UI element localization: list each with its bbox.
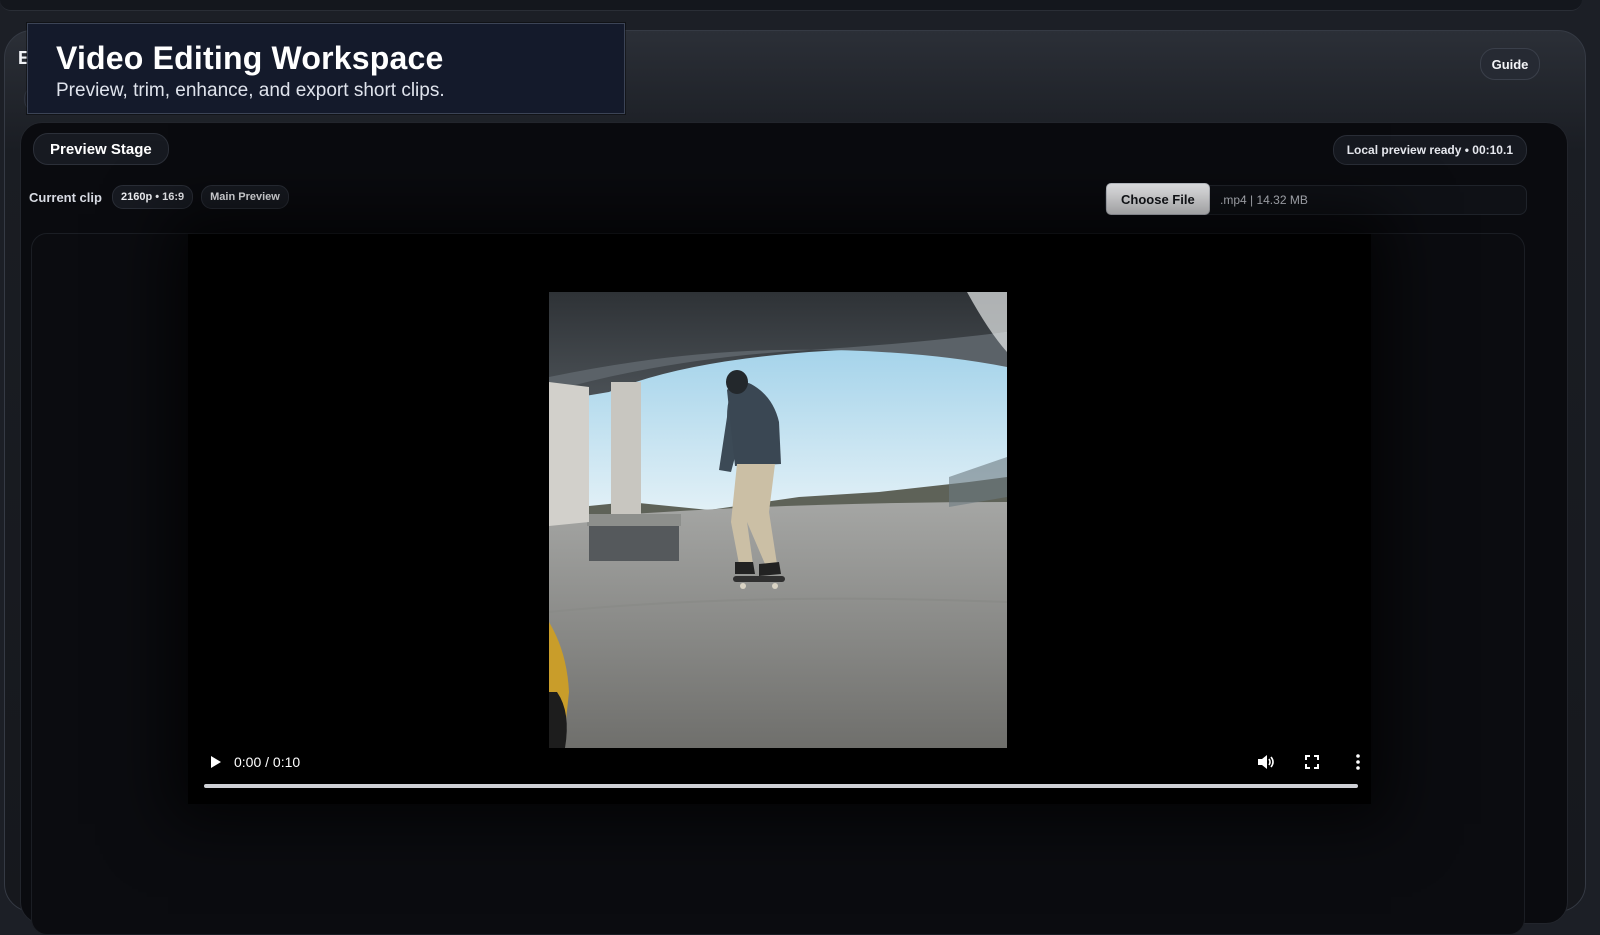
video-player[interactable]: 0:00 / 0:10	[188, 234, 1371, 804]
title-overlay: Video Editing Workspace Preview, trim, e…	[27, 23, 625, 114]
preview-stage-panel: Preview Stage Local preview ready • 00:1…	[20, 122, 1568, 935]
preview-tag: Main Preview	[201, 185, 289, 209]
volume-icon[interactable]	[1256, 752, 1276, 772]
overlay-subtitle: Preview, trim, enhance, and export short…	[56, 80, 445, 101]
clip-info-row: Current clip 2160p • 16:9 Main Preview	[29, 185, 289, 209]
stage-title: Preview Stage	[33, 133, 169, 165]
progress-bar[interactable]	[204, 784, 1358, 788]
video-frame-image	[549, 292, 1007, 748]
file-meta: .mp4 | 14.32 MB	[1220, 193, 1308, 207]
preview-area: 0:00 / 0:10	[31, 233, 1525, 935]
time-display: 0:00 / 0:10	[234, 754, 301, 770]
status-badge: Local preview ready • 00:10.1	[1332, 135, 1527, 165]
resolution-tag: 2160p • 16:9	[111, 185, 194, 209]
overlay-title: Video Editing Workspace	[56, 40, 444, 76]
more-vertical-icon[interactable]	[1348, 752, 1368, 772]
skateboarder-scene	[549, 292, 1007, 748]
guide-button[interactable]: Guide	[1480, 48, 1540, 80]
current-clip-label: Current clip	[29, 189, 102, 205]
fullscreen-icon[interactable]	[1302, 752, 1322, 772]
choose-file-button[interactable]: Choose File	[1106, 183, 1210, 215]
video-controls: 0:00 / 0:10	[202, 746, 1360, 796]
top-strip	[0, 0, 1582, 11]
play-icon[interactable]	[206, 752, 226, 772]
file-input[interactable]: Choose File .mp4 | 14.32 MB	[1105, 183, 1527, 215]
